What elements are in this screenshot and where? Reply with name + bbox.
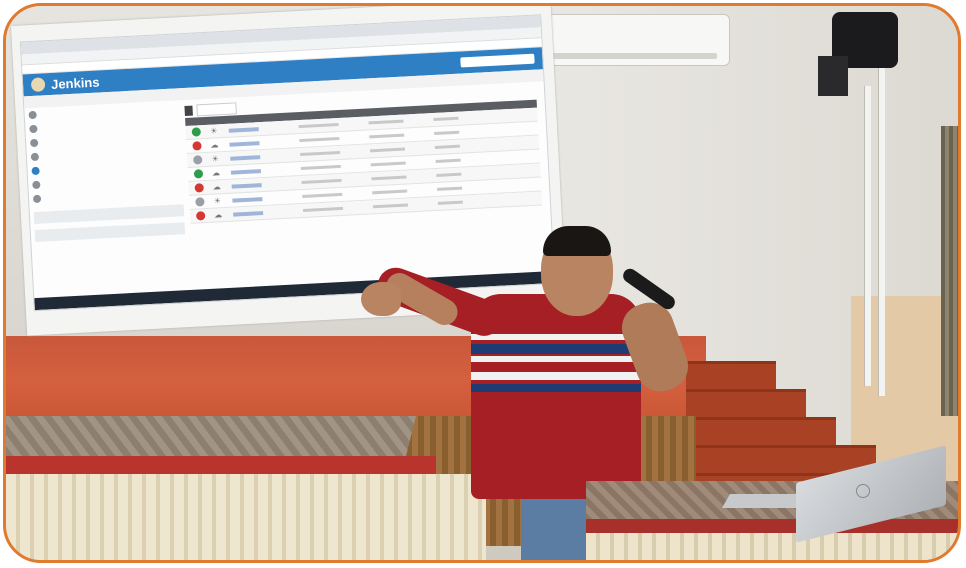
build-executor-panel (34, 222, 186, 243)
failure-status-icon (192, 141, 202, 151)
job-cell-blurred (435, 158, 461, 163)
job-cell-blurred (437, 200, 463, 205)
photo-frame: Jenkins ☀ ☁ ☀ ☁ ☁ ☀ ☁ (3, 3, 961, 563)
cloud-weather-icon: ☁ (211, 168, 221, 178)
job-cell-blurred (372, 203, 408, 209)
sun-weather-icon: ☀ (211, 154, 220, 164)
curtain (941, 126, 958, 416)
jenkins-sidebar (28, 100, 186, 243)
job-cell-blurred (372, 189, 408, 195)
jobs-table: ☀ ☁ ☀ ☁ ☁ ☀ ☁ (185, 107, 543, 224)
job-cell-blurred (300, 150, 341, 157)
job-name-blurred (230, 168, 262, 175)
sun-weather-icon: ☀ (209, 126, 218, 136)
job-cell-blurred (368, 119, 404, 125)
job-cell-blurred (436, 172, 462, 177)
job-cell-blurred (369, 147, 406, 153)
air-conditioner (538, 14, 730, 66)
job-name-blurred (229, 140, 260, 147)
failure-status-icon (194, 183, 204, 193)
job-name-blurred (232, 196, 263, 203)
job-cell-blurred (300, 164, 341, 171)
sun-weather-icon: ☀ (213, 196, 222, 206)
job-name-blurred (233, 210, 264, 217)
build-queue-panel (33, 204, 185, 225)
job-name-blurred (231, 182, 262, 189)
disabled-status-icon (195, 197, 205, 207)
wall-pipe (864, 86, 871, 386)
speaker-mount (818, 56, 848, 96)
tab-new-view (196, 102, 237, 117)
jenkins-title: Jenkins (50, 73, 100, 92)
search-box (460, 53, 535, 68)
cloud-weather-icon: ☁ (212, 182, 221, 192)
job-cell-blurred (299, 136, 340, 143)
job-cell-blurred (437, 186, 463, 191)
jobs-panel: ☀ ☁ ☀ ☁ ☁ ☀ ☁ (184, 88, 543, 224)
wall-pipe (878, 66, 885, 396)
success-status-icon (193, 169, 204, 179)
job-cell-blurred (434, 144, 460, 149)
cloud-weather-icon: ☁ (213, 210, 223, 220)
job-name-blurred (228, 126, 259, 133)
job-name-blurred (230, 154, 261, 161)
job-cell-blurred (370, 161, 406, 167)
job-cell-blurred (302, 192, 343, 198)
success-status-icon (191, 127, 202, 137)
job-cell-blurred (301, 178, 342, 185)
job-cell-blurred (298, 122, 339, 129)
tab-all (184, 105, 193, 117)
job-cell-blurred (369, 133, 405, 139)
cloud-weather-icon: ☁ (210, 140, 219, 150)
laptop-logo-icon (856, 484, 870, 498)
presenter-gesturing-hand (361, 282, 401, 316)
presenter-hair (543, 226, 611, 256)
failure-status-icon (195, 211, 206, 221)
disabled-status-icon (193, 155, 203, 165)
jenkins-logo-icon (30, 77, 46, 93)
job-cell-blurred (434, 130, 460, 135)
job-cell-blurred (371, 175, 407, 181)
job-cell-blurred (302, 206, 344, 212)
job-cell-blurred (433, 116, 459, 122)
